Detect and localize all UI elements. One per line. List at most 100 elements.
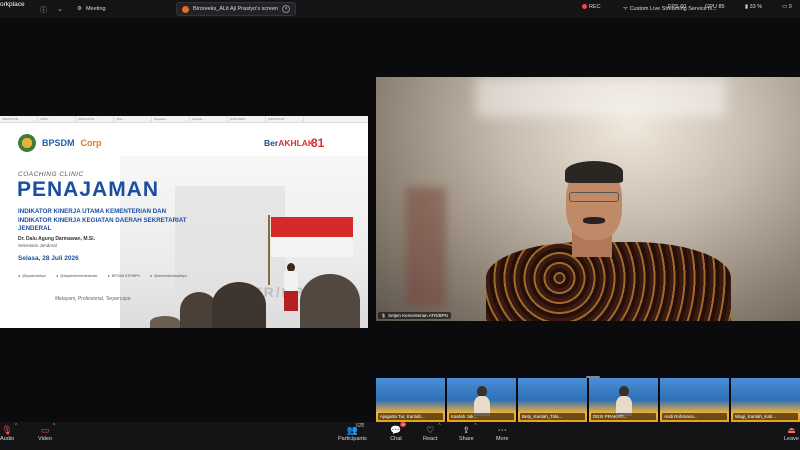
slide-tab: INDIKATOR ... xyxy=(0,116,38,122)
share-icon: ⇪ ^ xyxy=(462,423,477,435)
share-label: Share xyxy=(459,436,474,442)
slide-socials: @bpsdmatrbpn @bpsdmkementerianatr BPSDM … xyxy=(18,274,187,278)
participant-name: DESI PRAKATI... xyxy=(591,413,656,420)
slide-tab: INDIKATOR ... xyxy=(76,116,114,122)
stat-fps: FPS 60 xyxy=(668,4,687,10)
berakhlak-logo: BerAKHLAK xyxy=(264,138,315,148)
speaker-name-tag: Setjen Kementerian ATR/BPN xyxy=(378,312,451,319)
top-bar: orkplace ⓘ ⌄ ⚙ Meeting Biroreeks_ALit Aj… xyxy=(0,0,800,18)
chevron-up-icon[interactable]: ^ xyxy=(53,423,55,429)
anniversary-logo: 81 xyxy=(311,136,325,150)
child-skirt xyxy=(284,291,298,311)
tab-meeting[interactable]: ⚙ Meeting xyxy=(72,2,111,16)
tab-meeting-label: Meeting xyxy=(85,6,106,12)
chevron-up-icon[interactable]: ^ xyxy=(404,423,406,429)
meeting-window: orkplace ⓘ ⌄ ⚙ Meeting Biroreeks_ALit Aj… xyxy=(0,0,800,450)
corpu-logo: Corp xyxy=(80,138,102,148)
participant-thumbnail[interactable]: Ajagatra Tur, Kantah... xyxy=(376,378,445,422)
avatar xyxy=(182,5,189,13)
participant-thumbnails: Ajagatra Tur, Kantah... Kantah Jak... Be… xyxy=(376,378,800,422)
child-figure xyxy=(284,263,298,323)
logo-row: BPSDM Corp xyxy=(18,134,102,152)
social-handle: @kementerianatrbpn xyxy=(150,274,187,278)
chevron-up-icon[interactable]: ^ xyxy=(15,423,17,429)
flag-white xyxy=(271,237,353,257)
speaker-glasses xyxy=(569,192,619,202)
participant-thumbnail[interactable]: Wagi_Kantah_Kab... xyxy=(731,378,800,422)
chevron-up-icon[interactable]: ^ xyxy=(474,423,476,429)
slide-tab: INDIKATOR ... xyxy=(266,116,304,122)
rec-indicator[interactable]: REC xyxy=(582,4,601,10)
participant-name: Andi Rohmana... xyxy=(662,413,727,420)
emblem-icon xyxy=(18,134,36,152)
more-button[interactable]: ⋯ More xyxy=(496,425,509,442)
participant-thumbnail[interactable]: Kantah Jak... xyxy=(447,378,516,422)
react-label: React xyxy=(423,436,438,442)
leave-button[interactable]: ⏏ Leave xyxy=(784,425,799,442)
slide-browser-tabs: INDIKATOR ... TAKE ... INDIKATOR ... Tik… xyxy=(0,116,368,123)
social-handle: @bpsdmatrbpn xyxy=(18,274,46,278)
participant-name: Wagi_Kantah_Kab... xyxy=(733,413,798,420)
participant-thumbnail[interactable]: DESI PRAKATI... xyxy=(589,378,658,422)
participants-icon: 👥 ^ xyxy=(346,423,363,435)
participant-person xyxy=(616,386,632,416)
background-flag xyxy=(406,187,446,307)
leave-icon: ⏏ xyxy=(787,425,796,435)
more-label: More xyxy=(496,436,509,442)
chevron-down-icon[interactable]: ⌄ xyxy=(57,5,63,15)
chevron-up-icon[interactable]: ^ xyxy=(360,423,362,429)
chat-icon: 💬 9 ^ xyxy=(390,422,407,435)
flagpole xyxy=(268,215,270,285)
participant-name: Kantah Jak... xyxy=(449,413,514,420)
flag-red xyxy=(271,217,353,237)
slide-tab: Pegawai ... xyxy=(152,116,190,122)
slide-speaker-role: Sekretaris Jenderal xyxy=(18,243,57,248)
chat-label: Chat xyxy=(390,436,402,442)
slide-date: Selasa, 28 Juli 2026 xyxy=(18,255,79,262)
participant-person xyxy=(474,386,490,416)
meeting-toolbar: 🎙 ^ Audio ▭ ^ Video 620 👥 ^ Participants 💬 9… xyxy=(0,422,800,450)
tab-screen-share[interactable]: Biroreeks_ALit Aji Prastyo's screen × xyxy=(176,2,297,16)
slide-watermark: ATR/BPN xyxy=(242,284,318,300)
social-handle: BPSDM ATR/BPN xyxy=(108,274,140,278)
camera-off-icon: ▭ ^ xyxy=(40,423,56,435)
share-button[interactable]: ⇪ ^ Share xyxy=(459,423,477,442)
gear-icon: ⚙ xyxy=(77,6,82,12)
stat-other: ▭ 0 xyxy=(782,4,792,10)
chat-button[interactable]: 💬 9 ^ Chat xyxy=(390,422,407,442)
stat-gpu: GPU 85 xyxy=(705,4,725,10)
slide-tab: TAKE ... xyxy=(38,116,76,122)
speaker-hair xyxy=(565,161,623,183)
participants-button[interactable]: 👥 ^ Participants xyxy=(338,423,367,442)
speaker-video[interactable] xyxy=(376,77,800,321)
leave-label: Leave xyxy=(784,436,799,442)
slide-tagline: Melayani, Profesional, Terpercaya xyxy=(55,296,131,302)
slide-coaching-label: COACHING CLINIC xyxy=(18,171,84,178)
info-icon[interactable]: ⓘ xyxy=(40,5,47,15)
audio-button[interactable]: 🎙 ^ Audio xyxy=(0,423,17,442)
bpsdm-logo: BPSDM xyxy=(42,138,75,148)
slide-tab: Pejabat ... xyxy=(190,116,228,122)
more-icon: ⋯ xyxy=(497,425,507,435)
stat-cpu: ▮ 33 % xyxy=(745,4,763,10)
slide-speaker-name: Dr. Dalu Agung Darmawan, M.Si. xyxy=(18,236,96,242)
chevron-up-icon[interactable]: ^ xyxy=(438,423,440,429)
participant-thumbnail[interactable]: Bety_Kantah_Tola... xyxy=(518,378,587,422)
slide-subtitle: INDIKATOR KINERJA UTAMA KEMENTERIAN DAN … xyxy=(18,208,187,232)
app-label: orkplace xyxy=(0,1,25,8)
close-icon[interactable]: × xyxy=(282,5,291,13)
slide-title: PENAJAMAN xyxy=(17,178,160,201)
video-button[interactable]: ▭ ^ Video xyxy=(38,423,56,442)
child-shirt xyxy=(284,271,298,291)
react-button[interactable]: ♡ ^ React xyxy=(423,423,441,442)
participant-thumbnail[interactable]: Andi Rohmana... xyxy=(660,378,729,422)
record-icon xyxy=(582,4,587,10)
social-handle: @bpsdmkementerianatr xyxy=(56,274,97,278)
ceiling-light xyxy=(476,77,726,117)
monitor-icon: ▭ xyxy=(782,4,789,10)
slide-tab: Tiket ... xyxy=(114,116,152,122)
speaker-moustache xyxy=(583,217,605,224)
participants-label: Participants xyxy=(338,436,367,442)
slide-tab: DOKUMEN ... xyxy=(228,116,266,122)
audio-label: Audio xyxy=(0,436,15,442)
